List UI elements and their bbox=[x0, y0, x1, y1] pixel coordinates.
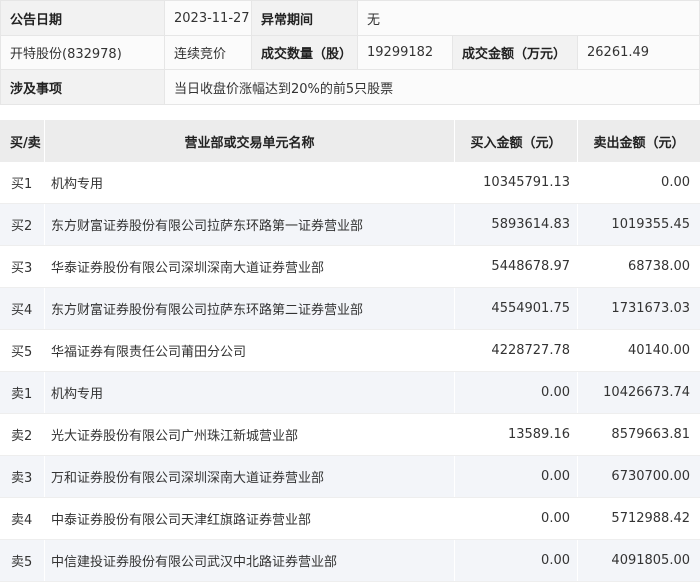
amount-label: 成交金额（万元） bbox=[453, 36, 578, 70]
buy-amount-cell: 5448678.97 bbox=[455, 246, 578, 287]
matter-label: 涉及事项 bbox=[1, 70, 165, 105]
side-cell: 卖4 bbox=[0, 498, 45, 539]
buy-amount-cell: 13589.16 bbox=[455, 414, 578, 455]
broker-name-header: 营业部或交易单元名称 bbox=[45, 120, 455, 162]
sell-amount-cell: 8579663.81 bbox=[611, 427, 690, 442]
broker-name-cell: 东方财富证券股份有限公司拉萨东环路第二证券营业部 bbox=[45, 288, 455, 329]
table-row: 买5 华福证券有限责任公司莆田分公司 4228727.78 40140.00 bbox=[0, 330, 700, 372]
side-cell: 买2 bbox=[0, 204, 45, 245]
table-row: 卖2 光大证券股份有限公司广州珠江新城营业部 13589.16 8579663.… bbox=[0, 414, 700, 456]
sell-amount-cell: 10426673.74 bbox=[603, 385, 690, 400]
table-row: 买2 东方财富证券股份有限公司拉萨东环路第一证券营业部 5893614.83 1… bbox=[0, 204, 700, 246]
broker-name-cell: 华福证券有限责任公司莆田分公司 bbox=[45, 330, 455, 371]
sell-amount-cell: 68738.00 bbox=[627, 259, 690, 274]
side-cell: 买1 bbox=[0, 162, 45, 203]
table-row: 买3 华泰证券股份有限公司深圳深南大道证券营业部 5448678.97 6873… bbox=[0, 246, 700, 288]
sell-amount-cell: 0.00 bbox=[661, 175, 690, 190]
abnormal-period-label: 异常期间 bbox=[252, 1, 358, 36]
sell-amount-cell: 40140.00 bbox=[627, 343, 690, 358]
broker-name-cell: 机构专用 bbox=[45, 372, 455, 413]
buy-amount-cell: 0.00 bbox=[455, 498, 578, 539]
buy-amount-cell: 4554901.75 bbox=[455, 288, 578, 329]
table-row: 卖5 中信建投证券股份有限公司武汉中北路证券营业部 0.00 4091805.0… bbox=[0, 540, 700, 582]
matter-value: 当日收盘价涨幅达到20%的前5只股票 bbox=[165, 70, 700, 105]
volume-value: 19299182 bbox=[358, 36, 453, 70]
trades-table: 买/卖 营业部或交易单元名称 买入金额（元） 卖出金额（元） 买1 机构专用 1… bbox=[0, 120, 700, 582]
announce-date-label: 公告日期 bbox=[1, 1, 165, 36]
sell-amount-cell: 1019355.45 bbox=[611, 217, 690, 232]
buy-amount-cell: 10345791.13 bbox=[455, 162, 578, 203]
announce-date-value: 2023-11-27 bbox=[165, 1, 252, 36]
broker-name-cell: 机构专用 bbox=[45, 162, 455, 203]
table-row: 卖3 万和证券股份有限公司深圳深南大道证券营业部 0.00 6730700.00 bbox=[0, 456, 700, 498]
buy-amount-cell: 4228727.78 bbox=[455, 330, 578, 371]
broker-name-cell: 东方财富证券股份有限公司拉萨东环路第一证券营业部 bbox=[45, 204, 455, 245]
broker-name-cell: 中信建投证券股份有限公司武汉中北路证券营业部 bbox=[45, 540, 455, 581]
sell-amount-cell: 5712988.42 bbox=[611, 511, 690, 526]
table-row: 买4 东方财富证券股份有限公司拉萨东环路第二证券营业部 4554901.75 1… bbox=[0, 288, 700, 330]
broker-name-cell: 万和证券股份有限公司深圳深南大道证券营业部 bbox=[45, 456, 455, 497]
stock-name-code: 开特股份(832978) bbox=[1, 36, 165, 70]
buy-amount-cell: 0.00 bbox=[455, 456, 578, 497]
sell-amount-header: 卖出金额（元） bbox=[593, 135, 685, 151]
side-cell: 买3 bbox=[0, 246, 45, 287]
table-row: 卖4 中泰证券股份有限公司天津红旗路证券营业部 0.00 5712988.42 bbox=[0, 498, 700, 540]
sell-amount-cell: 1731673.03 bbox=[611, 301, 690, 316]
sell-amount-cell: 6730700.00 bbox=[611, 469, 690, 484]
side-cell: 卖1 bbox=[0, 372, 45, 413]
table-row: 买1 机构专用 10345791.13 0.00 bbox=[0, 162, 700, 204]
side-cell: 卖2 bbox=[0, 414, 45, 455]
side-cell: 买4 bbox=[0, 288, 45, 329]
amount-value: 26261.49 bbox=[578, 36, 700, 70]
buy-amount-header: 买入金额（元） bbox=[455, 120, 578, 162]
side-cell: 卖5 bbox=[0, 540, 45, 581]
side-header: 买/卖 bbox=[0, 120, 45, 162]
buy-amount-cell: 5893614.83 bbox=[455, 204, 578, 245]
abnormal-period-value: 无 bbox=[358, 1, 700, 36]
side-cell: 卖3 bbox=[0, 456, 45, 497]
trade-method: 连续竞价 bbox=[165, 36, 252, 70]
broker-name-cell: 华泰证券股份有限公司深圳深南大道证券营业部 bbox=[45, 246, 455, 287]
volume-label: 成交数量（股） bbox=[252, 36, 358, 70]
stock-info-table: 公告日期 2023-11-27 异常期间 无 开特股份(832978) 连续竞价… bbox=[0, 0, 700, 105]
trades-header-row: 买/卖 营业部或交易单元名称 买入金额（元） 卖出金额（元） bbox=[0, 120, 700, 162]
buy-amount-cell: 0.00 bbox=[455, 372, 578, 413]
table-row: 卖1 机构专用 0.00 10426673.74 bbox=[0, 372, 700, 414]
broker-name-cell: 中泰证券股份有限公司天津红旗路证券营业部 bbox=[45, 498, 455, 539]
side-cell: 买5 bbox=[0, 330, 45, 371]
broker-name-cell: 光大证券股份有限公司广州珠江新城营业部 bbox=[45, 414, 455, 455]
sell-amount-cell: 4091805.00 bbox=[611, 553, 690, 568]
buy-amount-cell: 0.00 bbox=[455, 540, 578, 581]
